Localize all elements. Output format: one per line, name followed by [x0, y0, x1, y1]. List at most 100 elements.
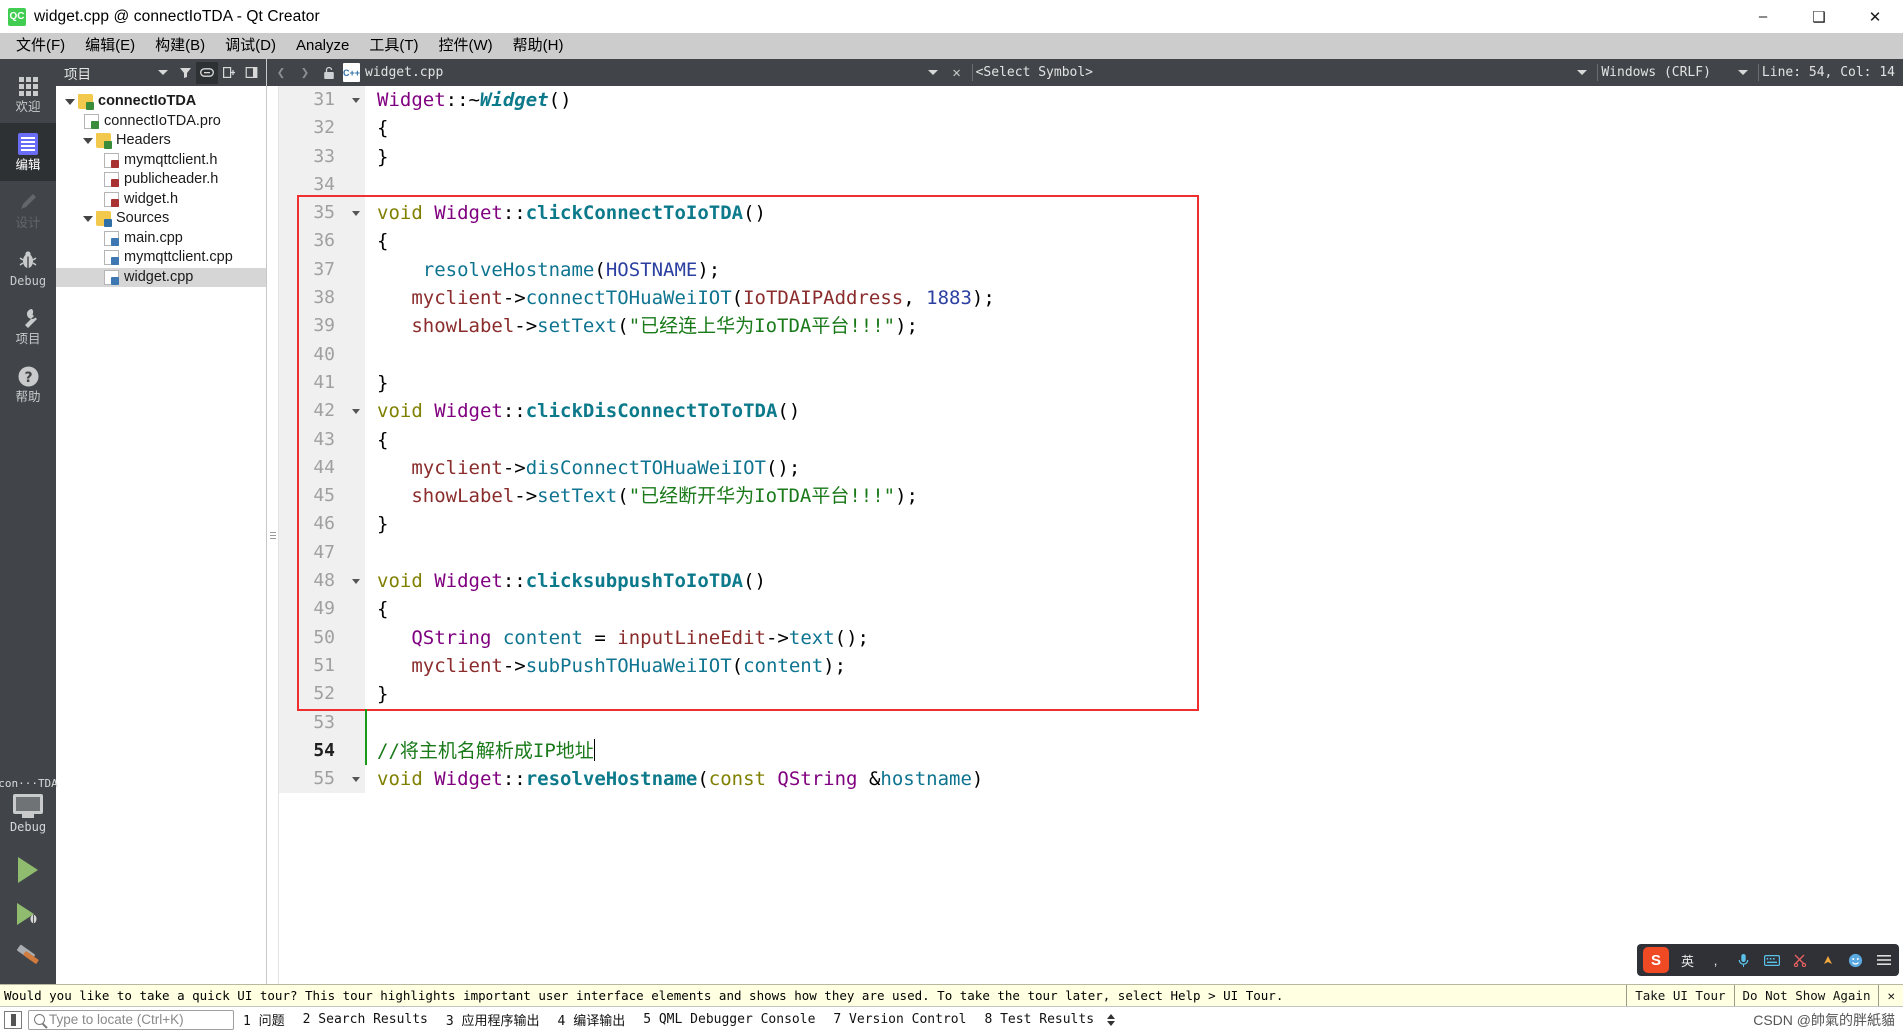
run-button[interactable] [6, 848, 50, 892]
fold-arrow-icon[interactable] [347, 765, 365, 794]
code-line-text[interactable] [365, 539, 1903, 567]
tree-item-sources[interactable]: Sources [56, 209, 266, 229]
code-line-text[interactable]: resolveHostname(HOSTNAME); [365, 256, 1903, 284]
editor-splitter-handle[interactable] [267, 86, 279, 984]
code-line[interactable]: 45 showLabel->setText("已经断开华为IoTDA平台!!!"… [279, 482, 1903, 511]
expander-icon[interactable] [80, 137, 96, 144]
code-line-text[interactable] [365, 171, 1903, 199]
menu-edit[interactable]: 编辑(E) [75, 35, 145, 58]
code-line[interactable]: 33} [279, 142, 1903, 171]
fold-arrow-icon[interactable] [347, 567, 365, 596]
code-line-text[interactable]: //将主机名解析成IP地址 [365, 737, 1903, 765]
code-line[interactable]: 31 Widget::~Widget() [279, 86, 1903, 115]
keyboard-icon[interactable] [1762, 951, 1781, 970]
ime-toolbar[interactable]: S 英 , [1637, 944, 1899, 976]
tree-item-publicheader-h[interactable]: publicheader.h [56, 170, 266, 190]
code-line-text[interactable]: } [365, 143, 1903, 171]
code-line-text[interactable]: { [365, 426, 1903, 454]
code-line[interactable]: 44 myclient->disConnectTOHuaWeiIOT(); [279, 453, 1903, 483]
code-line[interactable]: 41} [279, 368, 1903, 398]
tree-item-headers[interactable]: Headers [56, 131, 266, 151]
code-line[interactable]: 55 void Widget::resolveHostname(const QSt… [279, 765, 1903, 794]
close-icon[interactable]: ✕ [945, 61, 969, 85]
code-line[interactable]: 53 [279, 708, 1903, 737]
menu-tools[interactable]: 工具(T) [359, 35, 428, 58]
mode-projects[interactable]: 项目 [0, 297, 56, 355]
start-debugging-button[interactable] [6, 892, 50, 936]
tree-item-widget-cpp[interactable]: widget.cpp [56, 267, 266, 287]
sidebar-toggle-icon[interactable] [4, 1010, 22, 1029]
code-line-text[interactable]: { [365, 595, 1903, 623]
code-line[interactable]: 38 myclient->connectTOHuaWeiIOT(IoTDAIPA… [279, 284, 1903, 313]
code-line[interactable]: 35 void Widget::clickConnectToIoTDA() [279, 199, 1903, 228]
tree-item-mymqttclient-h[interactable]: mymqttclient.h [56, 151, 266, 171]
code-line-text[interactable]: } [365, 369, 1903, 397]
menu-build[interactable]: 构建(B) [145, 35, 215, 58]
fold-arrow-icon[interactable] [347, 86, 365, 115]
code-line[interactable]: 50 QString content = inputLineEdit->text… [279, 623, 1903, 652]
filter-icon[interactable] [174, 62, 196, 84]
project-tree[interactable]: connectIoTDA connectIoTDA.pro Headers my… [56, 86, 266, 984]
output-pane-qml-debugger-console[interactable]: 5 QML Debugger Console [634, 1012, 824, 1027]
mode-debug[interactable]: Debug [0, 239, 56, 297]
target-selector-icon[interactable] [13, 794, 43, 818]
build-button[interactable] [6, 936, 50, 980]
code-line[interactable]: 43 { [279, 425, 1903, 454]
code-line-text[interactable]: myclient->subPushTOHuaWeiIOT(content); [365, 652, 1903, 680]
forward-chevron-icon[interactable]: ❯ [293, 61, 317, 85]
close-button[interactable]: ✕ [1847, 0, 1903, 33]
code-line[interactable]: 32 { [279, 114, 1903, 143]
rocket-icon[interactable] [1818, 951, 1837, 970]
microphone-icon[interactable] [1734, 951, 1753, 970]
code-line-text[interactable]: showLabel->setText("已经断开华为IoTDA平台!!!"); [365, 482, 1903, 510]
ime-mode-label[interactable]: 英 [1678, 951, 1697, 970]
symbol-selector[interactable]: <Select Symbol> [976, 65, 1093, 80]
output-pane-compile-output[interactable]: 4 编译输出 [549, 1010, 635, 1029]
code-line[interactable]: 42 void Widget::clickDisConnectToToTDA() [279, 397, 1903, 426]
code-line[interactable]: 48 void Widget::clicksubpushToIoTDA() [279, 567, 1903, 596]
menu-debug[interactable]: 调试(D) [215, 35, 286, 58]
unlock-icon[interactable] [317, 61, 341, 85]
comma-icon[interactable]: , [1706, 951, 1725, 970]
output-pane-test-results[interactable]: 8 Test Results [975, 1012, 1103, 1027]
close-icon[interactable]: ✕ [1878, 984, 1903, 1007]
code-line-text[interactable]: } [365, 510, 1903, 538]
chevron-down-icon[interactable] [1731, 61, 1755, 85]
output-pane-more-icon[interactable] [1107, 1013, 1116, 1026]
code-line-text[interactable]: QString content = inputLineEdit->text(); [365, 624, 1903, 652]
code-editor[interactable]: 31 Widget::~Widget() 32{33} 34 35 void Widget… [267, 86, 1903, 984]
code-line-text[interactable]: void Widget::clickDisConnectToToTDA() [365, 397, 1903, 425]
split-icon[interactable] [218, 62, 240, 84]
chevron-down-icon[interactable] [152, 62, 174, 84]
mode-welcome[interactable]: 欢迎 [0, 65, 56, 123]
code-line-text[interactable]: { [365, 114, 1903, 142]
code-line-text[interactable]: { [365, 227, 1903, 255]
chevron-down-icon[interactable] [921, 61, 945, 85]
line-ending-selector[interactable]: Windows (CRLF) [1601, 65, 1711, 80]
code-line-text[interactable]: void Widget::clickConnectToIoTDA() [365, 199, 1903, 227]
tree-item-mymqttclient-cpp[interactable]: mymqttclient.cpp [56, 248, 266, 268]
output-pane-version-control[interactable]: 7 Version Control [824, 1012, 975, 1027]
open-file-selector[interactable]: C++ widget.cpp [341, 63, 443, 82]
smiley-icon[interactable] [1846, 951, 1865, 970]
code-line[interactable]: 51 myclient->subPushTOHuaWeiIOT(content)… [279, 651, 1903, 681]
menu-help[interactable]: 帮助(H) [503, 35, 574, 58]
scissors-icon[interactable] [1790, 951, 1809, 970]
expander-icon[interactable] [62, 98, 78, 105]
code-line[interactable]: 52} [279, 680, 1903, 709]
back-chevron-icon[interactable]: ❮ [269, 61, 293, 85]
code-line[interactable]: 37 resolveHostname(HOSTNAME); [279, 255, 1903, 285]
code-lines[interactable]: 31 Widget::~Widget() 32{33} 34 35 void Widget… [279, 86, 1903, 984]
code-line-text[interactable]: myclient->connectTOHuaWeiIOT(IoTDAIPAddr… [365, 284, 1903, 312]
menu-window[interactable]: 控件(W) [429, 35, 503, 58]
code-line[interactable]: 49 { [279, 595, 1903, 624]
code-line-text[interactable]: void Widget::resolveHostname(const QStri… [365, 765, 1903, 793]
locator-input[interactable]: Type to locate (Ctrl+K) [28, 1009, 234, 1030]
code-line[interactable]: 40 [279, 340, 1903, 369]
tree-item-widget-h[interactable]: widget.h [56, 190, 266, 210]
output-pane-issues[interactable]: 1 问题 [234, 1010, 294, 1029]
code-line-text[interactable]: myclient->disConnectTOHuaWeiIOT(); [365, 454, 1903, 482]
chevron-down-icon[interactable] [1570, 61, 1594, 85]
code-line-text[interactable] [365, 709, 1903, 737]
code-line[interactable]: 39 showLabel->setText("已经连上华为IoTDA平台!!!"… [279, 312, 1903, 341]
